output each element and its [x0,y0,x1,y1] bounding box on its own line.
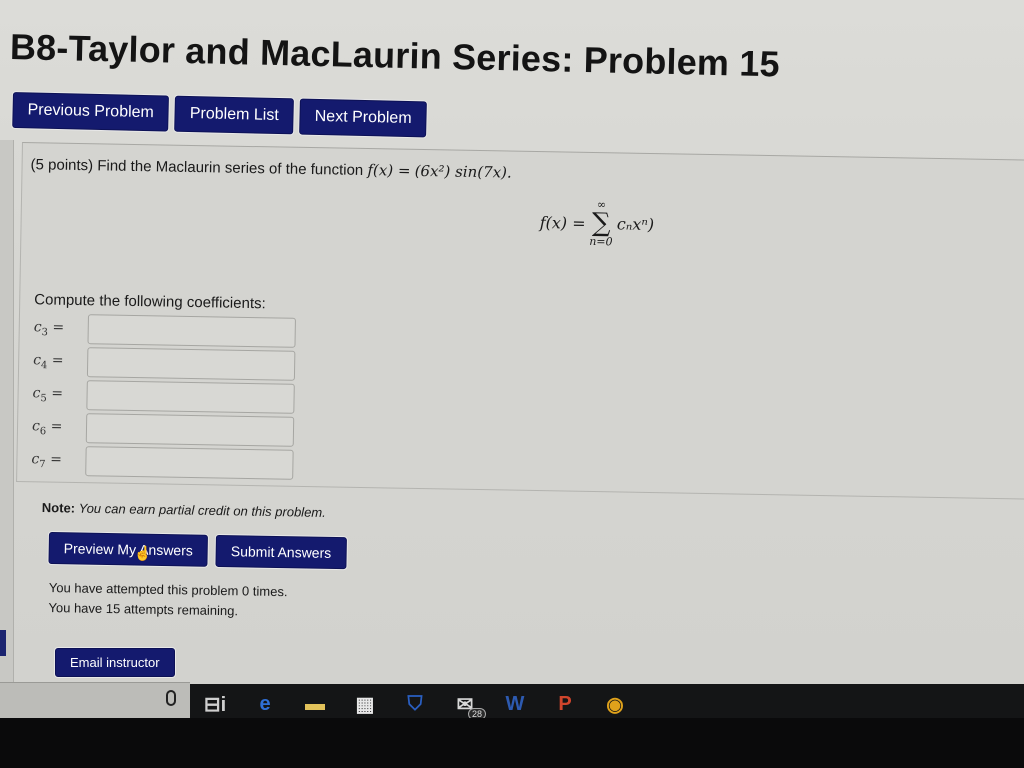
coefficient-row-c4: c4 = [33,346,296,381]
left-sidebar-edge [0,140,14,688]
sidebar-marker [0,630,6,656]
edge-icon: e [259,692,271,715]
powerpoint-icon: P [558,692,572,715]
c3-input[interactable] [87,314,296,348]
coefficient-row-c7: c7 = [31,445,294,480]
coefficient-label: c6 = [31,417,63,437]
email-instructor-container: Email instructor [55,648,175,677]
problem-navigation: Previous Problem Problem List Next Probl… [12,92,428,138]
monitor-bezel [0,718,1024,768]
next-problem-button[interactable]: Next Problem [299,98,428,138]
chrome-icon: ◉ [606,693,624,716]
word-icon: W [505,692,525,715]
note-label: Note: [41,500,76,516]
submit-answers-button[interactable]: Submit Answers [215,534,347,570]
sum-lower-limit: n=0 [589,234,613,249]
function-lhs: f(x) = [367,161,411,180]
microphone-icon[interactable] [166,690,176,706]
file-explorer-icon: ▬ [305,692,325,715]
sigma-icon: ∑ [591,207,611,239]
problem-body: (5 points) Find the Maclaurin series of … [16,142,1024,500]
function-rhs: (6x²) sin(7x). [414,161,512,182]
series-lhs: f(x) = [539,212,586,233]
previous-problem-button[interactable]: Previous Problem [12,92,170,132]
preview-answers-button[interactable]: Preview My Answers [48,532,209,567]
c5-input[interactable] [86,380,295,414]
problem-statement: (5 points) Find the Maclaurin series of … [30,155,511,181]
series-formula: f(x) = ∞ ∑ n=0 cₙxⁿ) [539,198,655,249]
compute-label: Compute the following coefficients: [34,291,266,313]
store-icon: ▦ [355,693,375,716]
points-label: (5 points) [30,156,94,175]
coefficient-label: c5 = [32,384,64,404]
series-term: cₙxⁿ) [616,213,655,234]
summation: ∞ ∑ n=0 [589,198,613,249]
prompt-text: Find the Maclaurin series of the functio… [97,157,364,179]
email-instructor-button[interactable]: Email instructor [55,648,175,677]
coefficient-label: c3 = [33,318,65,338]
browser-viewport: B8-Taylor and MacLaurin Series: Problem … [0,0,1024,688]
problem-list-button[interactable]: Problem List [174,95,295,135]
task-view-icon: ⊟i [203,693,227,716]
attempts-info: You have attempted this problem 0 times.… [48,578,287,622]
coefficient-label: c7 = [31,450,63,470]
hand-cursor-icon: ☝ [134,545,152,561]
security-app-icon: ⛉ [407,692,423,715]
partial-credit-note: Note: You can earn partial credit on thi… [42,500,326,520]
coefficient-label: c4 = [33,351,64,371]
coefficient-row-c6: c6 = [31,412,295,447]
page-title: B8-Taylor and MacLaurin Series: Problem … [9,26,781,85]
taskbar-search-box[interactable] [0,682,190,718]
c7-input[interactable] [85,446,294,480]
coefficient-row-c3: c3 = [33,313,296,348]
attempts-remaining: You have 15 attempts remaining. [48,599,239,619]
note-text: You can earn partial credit on this prob… [78,500,326,520]
c6-input[interactable] [85,413,295,447]
coefficient-row-c5: c5 = [32,379,295,414]
c4-input[interactable] [86,347,296,381]
answer-actions: Preview My Answers Submit Answers [48,532,347,570]
